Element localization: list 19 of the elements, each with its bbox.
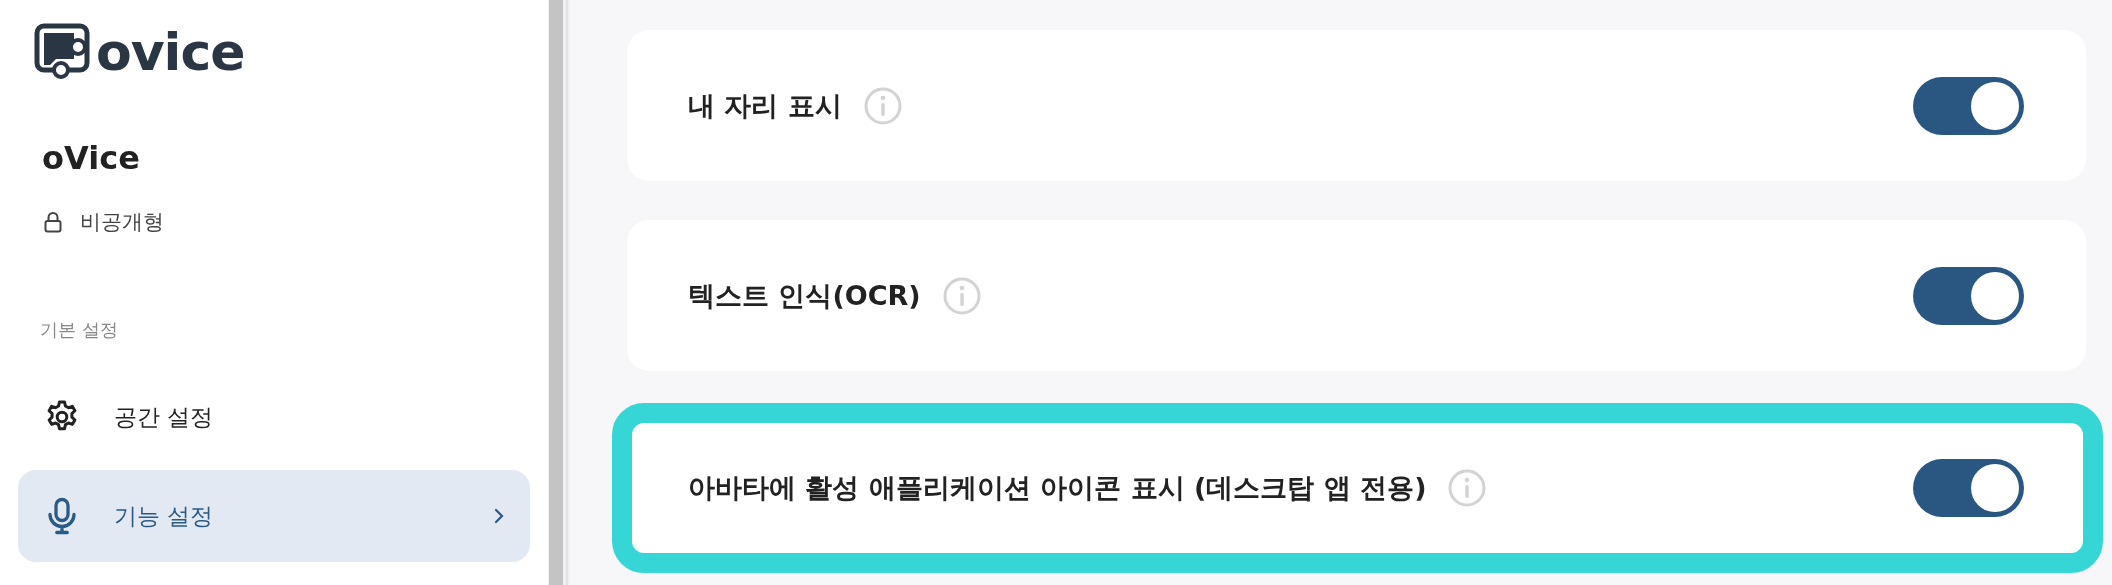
sidebar-item[interactable]: 기능 설정 [18,470,530,562]
toggle-switch[interactable] [1913,266,2024,325]
space-name: oVice [42,138,141,179]
setting-label: 아바타에 활성 애플리케이션 아이콘 표시 (데스크탑 앱 전용) [688,471,1427,505]
toggle-switch[interactable] [1913,459,2024,517]
info-icon[interactable] [942,276,981,315]
logo-text: ovice [96,22,245,82]
chevron-icon [494,508,504,524]
scrollbar[interactable] [549,0,563,585]
info-icon[interactable] [863,86,902,125]
sidebar-item[interactable]: 공간 설정 [18,378,530,456]
setting-label: 내 자리 표시 [688,88,842,123]
section-label: 기본 설정 [40,318,119,342]
visibility-label: 비공개형 [80,209,164,236]
toggle-switch[interactable] [1913,76,2024,135]
info-icon[interactable] [1448,469,1487,507]
setting-label: 텍스트 인식(OCR) [688,278,921,313]
logo-icon [34,23,92,81]
lock-icon [44,211,62,233]
